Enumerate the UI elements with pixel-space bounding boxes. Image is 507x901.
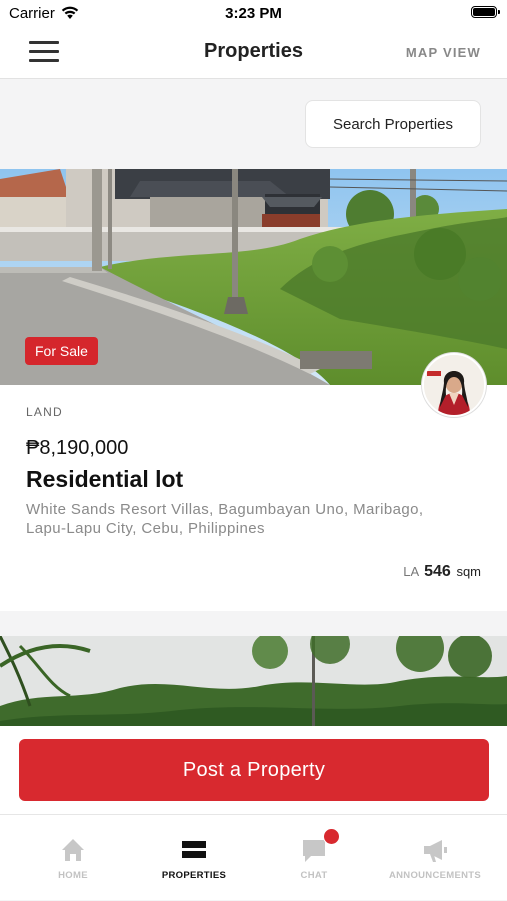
bottom-tab-bar: HOME PROPERTIES CHAT ANNOUNCEMENTS bbox=[0, 814, 507, 900]
property-price: ₱8,190,000 bbox=[26, 437, 129, 459]
status-time: 3:23 PM bbox=[225, 5, 282, 22]
post-property-button[interactable]: Post a Property bbox=[19, 739, 489, 801]
home-icon bbox=[62, 839, 84, 861]
properties-icon bbox=[182, 841, 206, 858]
post-property-container: Post a Property bbox=[0, 726, 507, 814]
property-address: White Sands Resort Villas, Bagumbayan Un… bbox=[26, 501, 424, 537]
hamburger-menu-icon[interactable] bbox=[29, 41, 59, 63]
lot-area-prefix: LA bbox=[403, 564, 419, 579]
tab-home-label: HOME bbox=[58, 870, 88, 881]
property-title[interactable]: Residential lot bbox=[26, 466, 183, 493]
property-card-next[interactable] bbox=[0, 636, 507, 736]
tab-properties-label: PROPERTIES bbox=[161, 870, 227, 881]
battery-icon bbox=[471, 6, 500, 18]
agent-photo-image bbox=[424, 355, 484, 415]
lot-area: LA 546 sqm bbox=[403, 563, 481, 581]
megaphone-icon bbox=[424, 840, 447, 862]
tab-chat[interactable]: CHAT bbox=[251, 815, 377, 901]
for-sale-badge: For Sale bbox=[25, 337, 98, 365]
agent-avatar[interactable] bbox=[422, 353, 486, 417]
tab-chat-label: CHAT bbox=[300, 870, 328, 881]
tab-announcements-label: ANNOUNCEMENTS bbox=[388, 870, 482, 881]
tab-announcements[interactable]: ANNOUNCEMENTS bbox=[372, 815, 498, 901]
search-properties-button[interactable]: Search Properties bbox=[305, 100, 481, 148]
status-bar: Carrier 3:23 PM bbox=[0, 0, 507, 28]
property-photo-next bbox=[0, 636, 507, 736]
lot-area-unit: sqm bbox=[456, 564, 481, 579]
nav-bar: Properties MAP VIEW bbox=[0, 28, 507, 79]
map-view-button[interactable]: MAP VIEW bbox=[406, 45, 481, 60]
lot-area-value: 546 bbox=[424, 563, 451, 580]
tab-properties[interactable]: PROPERTIES bbox=[131, 815, 257, 901]
property-card[interactable]: For Sale LAND ₱8,190,000 Residential lot… bbox=[0, 169, 507, 611]
property-type: LAND bbox=[26, 405, 63, 419]
chat-notification-badge bbox=[323, 828, 340, 845]
tab-home[interactable]: HOME bbox=[10, 815, 136, 901]
